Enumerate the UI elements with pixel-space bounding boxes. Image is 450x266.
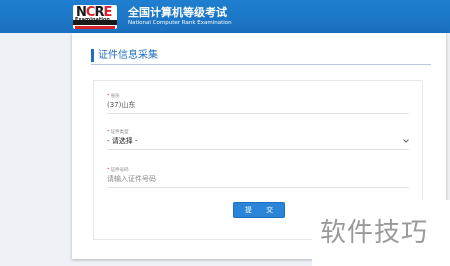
id-number-input[interactable]: 请输入证件号码 <box>107 175 156 184</box>
ncre-logo: NCRE Examination <box>73 5 117 29</box>
id-type-label-text: 证件类型 <box>110 130 129 135</box>
required-mark: * <box>107 168 110 173</box>
province-underline <box>107 113 409 114</box>
site-title: 全国计算机等级考试 <box>128 6 227 19</box>
id-number-label-text: 证件号码 <box>110 168 129 173</box>
required-mark: * <box>107 94 110 99</box>
id-type-select[interactable]: - 请选择 - <box>107 137 138 146</box>
chevron-down-icon[interactable] <box>402 137 410 145</box>
section-title: 证件信息采集 <box>91 49 158 62</box>
submit-button[interactable]: 提 交 <box>233 202 285 218</box>
province-label: * 省份 <box>107 94 120 100</box>
id-number-underline <box>107 187 409 188</box>
section-divider <box>91 64 431 65</box>
logo-underline <box>75 26 115 29</box>
logo-band <box>73 20 117 25</box>
site-subtitle: National Computer Rank Examination <box>128 20 232 26</box>
id-type-underline <box>107 149 409 150</box>
top-banner: NCRE Examination 全国计算机等级考试 National Comp… <box>0 0 450 33</box>
watermark-text: 软件技巧 <box>320 218 429 248</box>
id-type-label: * 证件类型 <box>107 130 129 136</box>
required-mark: * <box>107 130 110 135</box>
province-value[interactable]: (37)山东 <box>107 101 135 110</box>
province-label-text: 省份 <box>110 94 120 99</box>
id-number-label: * 证件号码 <box>107 168 129 174</box>
